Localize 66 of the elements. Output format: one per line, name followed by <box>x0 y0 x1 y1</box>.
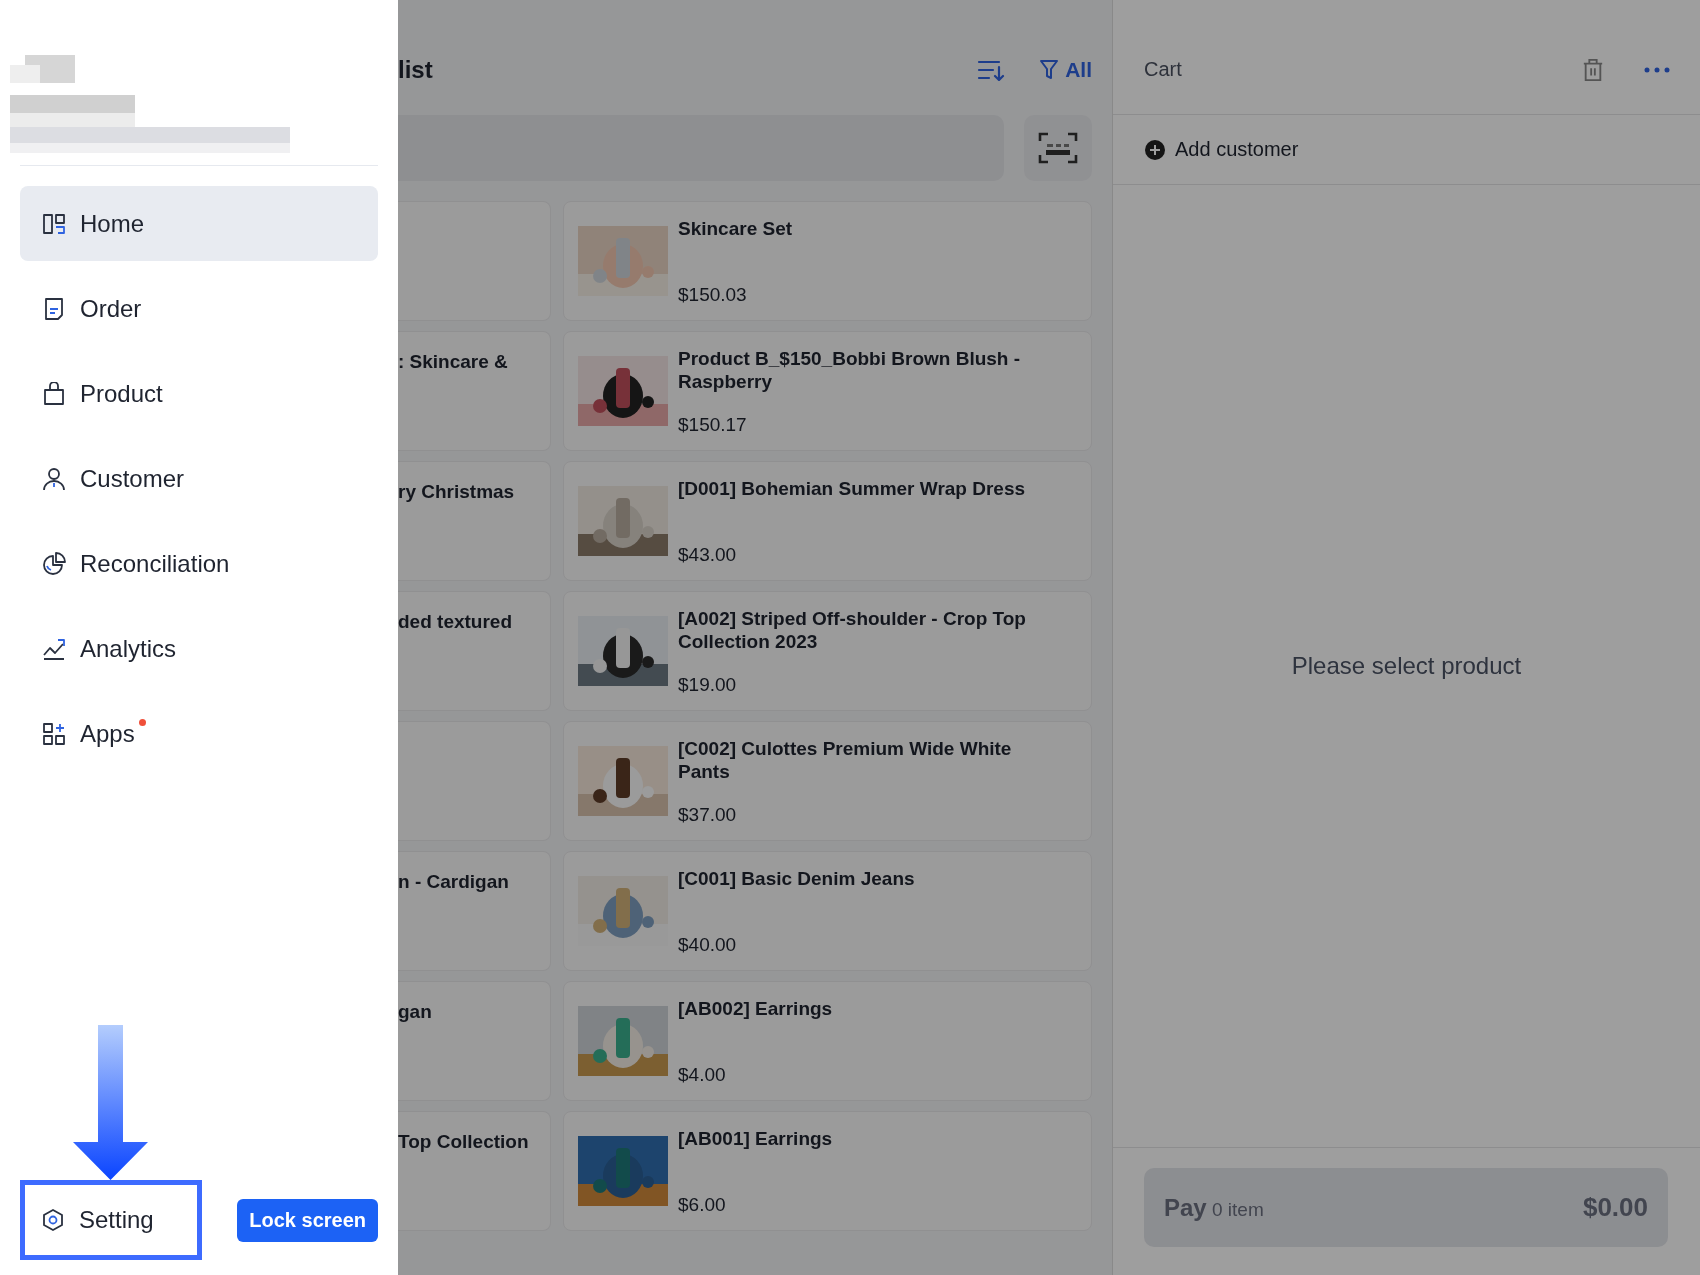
product-card[interactable]: [C002] Culottes Premium Wide White Pants $37.00 <box>563 721 1092 841</box>
barcode-icon <box>1038 132 1078 164</box>
nav-item[interactable]: Order <box>20 271 378 346</box>
product-card[interactable]: [AB002] Earrings $4.00 <box>563 981 1092 1101</box>
nav-item[interactable]: Reconciliation <box>20 526 378 601</box>
product-card[interactable]: Top Collection <box>398 1111 551 1231</box>
product-card[interactable]: ry Christmas <box>398 461 551 581</box>
product-name: [C001] Basic Denim Jeans <box>678 867 916 890</box>
product-price: $40.00 <box>678 934 738 956</box>
panel-title: list <box>398 56 433 84</box>
sort-icon[interactable] <box>977 59 1006 81</box>
product-card[interactable]: [D001] Bohemian Summer Wrap Dress $43.00 <box>563 461 1092 581</box>
more-icon[interactable] <box>1644 66 1670 73</box>
product-card[interactable]: ded textured <box>398 591 551 711</box>
person-icon <box>42 466 66 491</box>
barcode-scan-button[interactable] <box>1024 115 1092 181</box>
product-card[interactable]: gan <box>398 981 551 1101</box>
nav-item[interactable]: Product <box>20 356 378 431</box>
grid-plus-icon <box>42 721 66 746</box>
product-name: gan <box>398 1001 432 1022</box>
product-price: $19.00 <box>678 674 738 696</box>
product-name: ry Christmas <box>398 481 515 502</box>
product-price: $43.00 <box>678 544 738 566</box>
product-card[interactable]: : Skincare & <box>398 331 551 451</box>
product-card[interactable]: Product B_$150_Bobbi Brown Blush - Raspberry $150.17 <box>563 331 1092 451</box>
product-name: [A002] Striped Off-shoulder - Crop Top Collection 2023 <box>678 607 1027 653</box>
product-name: Product B_$150_Bobbi Brown Blush - Raspberry <box>678 347 1022 393</box>
product-card[interactable]: [A002] Striped Off-shoulder - Crop Top Collection 2023 $19.00 <box>563 591 1092 711</box>
nav-item[interactable]: Apps <box>20 696 378 771</box>
settings-icon <box>41 1208 65 1232</box>
nav-item[interactable]: Home <box>20 186 378 261</box>
setting-button[interactable]: Setting <box>25 1206 154 1234</box>
product-name: : Skincare & <box>398 351 508 372</box>
line-chart-icon <box>42 636 66 661</box>
filter-button[interactable]: All <box>1039 58 1092 82</box>
lock-screen-button[interactable]: Lock screen <box>237 1198 378 1242</box>
empty-cart-message: Please select product <box>1291 652 1522 680</box>
bag-icon <box>42 381 66 406</box>
product-name: [D001] Bohemian Summer Wrap Dress <box>678 477 1027 500</box>
product-name: [AB001] Earrings <box>678 1127 834 1150</box>
product-name: Top Collection <box>398 1131 529 1152</box>
trash-icon[interactable] <box>1582 56 1604 83</box>
product-price: $6.00 <box>678 1194 727 1216</box>
product-card[interactable]: Skincare Set $150.03 <box>563 201 1092 321</box>
product-name: Skincare Set <box>678 217 794 240</box>
nav-item[interactable]: Customer <box>20 441 378 516</box>
product-card[interactable]: n - Cardigan <box>398 851 551 971</box>
product-name: [C002] Culottes Premium Wide White Pants <box>678 737 1013 783</box>
dashboard-icon <box>42 211 66 236</box>
product-name: n - Cardigan <box>398 871 509 892</box>
product-price: $150.03 <box>678 284 748 306</box>
product-card[interactable]: [AB001] Earrings $6.00 <box>563 1111 1092 1231</box>
product-name: ded textured <box>398 611 513 632</box>
add-customer-button[interactable]: Add customer <box>1113 115 1700 185</box>
product-price: $37.00 <box>678 804 738 826</box>
product-price: $150.17 <box>678 414 748 436</box>
cart-title: Cart <box>1144 58 1182 81</box>
pie-chart-icon <box>42 551 66 576</box>
product-price: $4.00 <box>678 1064 727 1086</box>
filter-icon <box>1039 59 1060 81</box>
search-field[interactable] <box>398 115 1004 181</box>
product-name: [AB002] Earrings <box>678 997 834 1020</box>
document-icon <box>42 296 66 321</box>
plus-icon <box>1145 139 1165 160</box>
nav-item[interactable]: Analytics <box>20 611 378 686</box>
product-card[interactable]: [C001] Basic Denim Jeans $40.00 <box>563 851 1092 971</box>
